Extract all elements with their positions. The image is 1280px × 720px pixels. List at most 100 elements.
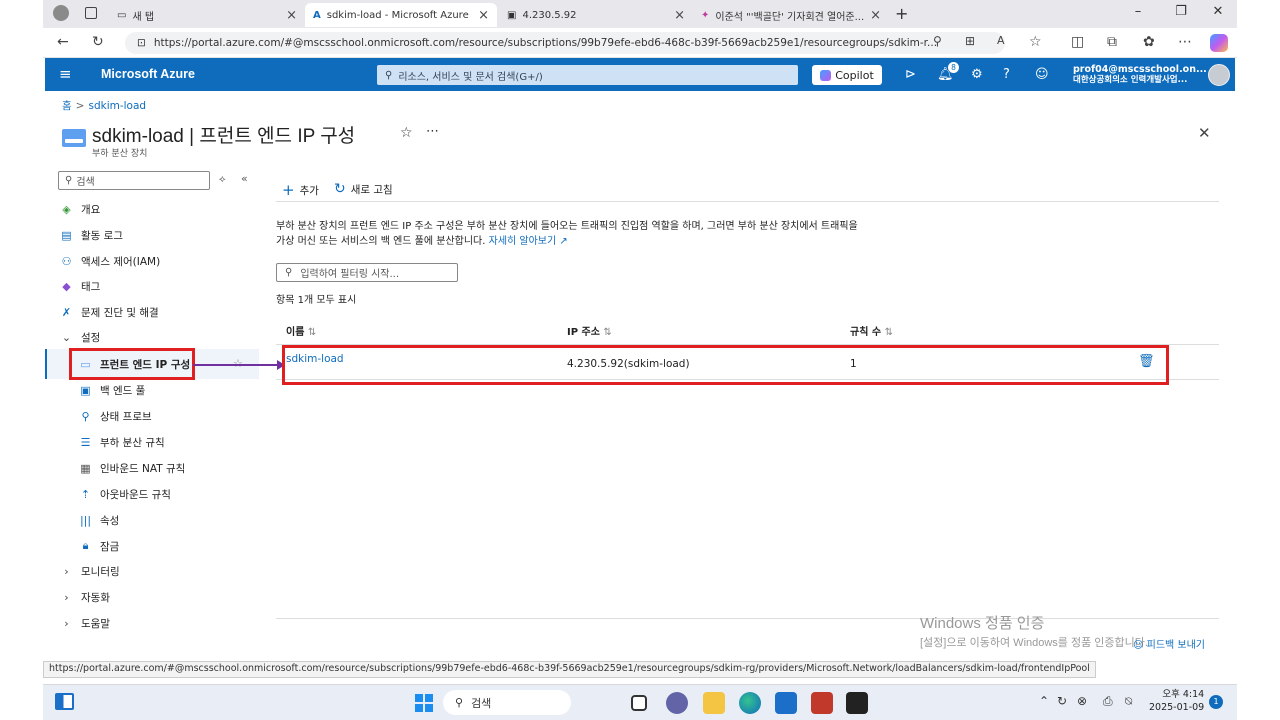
terminal-icon[interactable] <box>846 692 868 714</box>
azure-header: ≡ Microsoft Azure ⚲ 리소스, 서비스 및 문서 검색(G+/… <box>45 58 1235 91</box>
azure-brand[interactable]: Microsoft Azure <box>101 67 195 81</box>
item-count: 항목 1개 모두 표시 <box>276 295 357 306</box>
close-icon[interactable]: × <box>478 8 489 23</box>
apps-icon[interactable]: ⊞ <box>965 34 975 48</box>
inbound-icon: ▦ <box>80 461 91 475</box>
outbound-icon: ⇡ <box>80 487 91 501</box>
url-field[interactable]: ⊡ https://portal.azure.com/#@mscsschool.… <box>125 32 1005 54</box>
account-org: 대한상공회의소 인력개발사업... <box>1073 75 1188 85</box>
edge-browser-icon[interactable] <box>739 692 761 714</box>
new-tab-button[interactable]: + <box>895 4 908 23</box>
avatar[interactable] <box>1208 64 1230 86</box>
copilot-browser-icon[interactable] <box>1210 34 1228 52</box>
refresh-button[interactable]: ↻ <box>92 34 104 50</box>
sidebar-search-input[interactable]: ⚲ 검색 <box>58 171 210 190</box>
widgets-icon[interactable] <box>55 693 74 710</box>
cloud-shell-icon[interactable]: ⊳ <box>905 67 916 82</box>
split-screen-icon[interactable]: ◫ <box>1071 34 1084 50</box>
sidebar-item-outbound[interactable]: ⇡ 아웃바운드 규칙 <box>79 483 279 505</box>
file-explorer-icon[interactable] <box>703 692 725 714</box>
sidebar-item-backend-pool[interactable]: ▣ 백 엔드 풀 <box>79 379 279 401</box>
tray-sync-icon[interactable]: ↻ <box>1057 694 1067 708</box>
close-blade-icon[interactable]: ✕ <box>1198 124 1211 142</box>
profile-icon[interactable] <box>53 5 69 21</box>
sidebar-item-health-probe[interactable]: ⚲ 상태 프로브 <box>79 405 279 427</box>
back-button[interactable]: ← <box>57 34 69 50</box>
sidebar-group-help[interactable]: › 도움말 <box>60 612 260 634</box>
key-icon[interactable]: ⚲ <box>933 34 942 48</box>
clock[interactable]: 오후 4:14 2025-01-09 <box>1149 688 1204 714</box>
sidebar-item-inbound-nat[interactable]: ▦ 인바운드 NAT 규칙 <box>79 457 279 479</box>
breadcrumb-home[interactable]: 홈 <box>62 100 72 112</box>
filter-input[interactable]: ⚲ 입력하여 필터링 시작... <box>276 263 458 282</box>
sidebar-group-monitoring[interactable]: › 모니터링 <box>60 560 260 582</box>
global-search-input[interactable]: ⚲ 리소스, 서비스 및 문서 검색(G+/) <box>377 65 798 85</box>
feedback-link[interactable]: ☺ 피드백 보내기 <box>1133 636 1205 651</box>
minimize-button[interactable]: – <box>1123 4 1153 19</box>
sidebar-item-properties[interactable]: ||| 속성 <box>79 509 279 531</box>
menu-icon[interactable]: ≡ <box>59 65 72 83</box>
tray-device-icon[interactable]: ⎙ <box>1103 694 1113 709</box>
sort-icon: ⇅ <box>307 327 317 338</box>
copilot-button[interactable]: Copilot <box>812 65 882 85</box>
sidebar-item-lb-rules[interactable]: ☰ 부하 분산 규칙 <box>79 431 279 453</box>
sidebar-options-icon[interactable]: ⟡ <box>219 174 226 185</box>
sidebar-item-tags[interactable]: ◆ 태그 <box>60 275 260 297</box>
breadcrumb-resource[interactable]: sdkim-load <box>88 100 146 112</box>
sidebar-item-overview[interactable]: ◈ 개요 <box>60 198 260 220</box>
tab-azure[interactable]: A sdkim-load - Microsoft Azure × <box>305 3 497 27</box>
tray-chevron-up-icon[interactable]: ⌃ <box>1039 694 1049 708</box>
tray-network-icon[interactable]: ⍉ <box>1125 694 1132 709</box>
help-icon[interactable]: ? <box>1003 67 1010 82</box>
restore-button[interactable]: ❐ <box>1166 4 1196 19</box>
feedback-icon[interactable]: ☺ <box>1035 67 1049 82</box>
start-windows-icon[interactable] <box>415 694 433 712</box>
tab-new[interactable]: ▭ 새 탭 × <box>109 3 305 27</box>
chat-app-icon[interactable] <box>666 692 688 714</box>
sort-icon: ⇅ <box>884 327 893 338</box>
collapse-sidebar-icon[interactable]: « <box>241 172 248 185</box>
extensions-icon[interactable]: ✿ <box>1143 34 1155 50</box>
column-header-name[interactable]: 이름 ⇅ <box>286 323 316 338</box>
settings-gear-icon[interactable]: ⚙ <box>971 67 983 82</box>
tab-actions-icon[interactable] <box>85 7 97 19</box>
sidebar-item-locks[interactable]: 🔒︎ 잠금 <box>79 535 279 557</box>
notification-badge[interactable]: 1 <box>1209 695 1223 709</box>
tab-ip[interactable]: ▣ 4.230.5.92 × <box>499 3 693 27</box>
column-header-rules[interactable]: 규칙 수 ⇅ <box>850 323 893 338</box>
more-options-icon[interactable]: ⋯ <box>426 124 439 139</box>
sidebar-item-activity-log[interactable]: ▤ 활동 로그 <box>60 224 260 246</box>
collections-icon[interactable]: ⧉ <box>1107 34 1117 50</box>
sidebar-group-automation[interactable]: › 자동화 <box>60 586 260 608</box>
close-icon[interactable]: × <box>674 8 685 23</box>
account-info[interactable]: prof04@mscsschool.on... 대한상공회의소 인력개발사업..… <box>1073 64 1207 86</box>
sidebar-item-diagnose[interactable]: ✗ 문제 진단 및 해결 <box>60 301 260 323</box>
add-button[interactable]: + 추가 <box>282 181 319 199</box>
close-icon[interactable]: × <box>286 8 297 23</box>
highlight-box-row <box>282 345 1169 385</box>
load-balancer-icon <box>62 129 86 147</box>
store-icon[interactable] <box>775 692 797 714</box>
task-view-icon[interactable] <box>631 695 647 711</box>
column-header-ip[interactable]: IP 주소 ⇅ <box>567 323 612 338</box>
more-icon[interactable]: ⋯ <box>1178 34 1192 50</box>
description: 부하 분산 장치의 프런트 엔드 IP 주소 구성은 부하 분산 장치에 들어오… <box>276 219 956 249</box>
taskbar-search[interactable]: ⚲ 검색 <box>443 690 571 715</box>
page-icon: ▭ <box>117 9 127 21</box>
close-icon[interactable]: × <box>870 8 881 23</box>
close-window-button[interactable]: ✕ <box>1203 4 1233 19</box>
refresh-command-button[interactable]: ↻ 새로 고침 <box>334 181 393 197</box>
tab-news[interactable]: ✦ 이준석 "'백골단' 기자회견 열어준... × <box>693 3 889 27</box>
app-icon[interactable] <box>811 692 833 714</box>
backend-pool-icon: ▣ <box>80 383 91 397</box>
favorite-star-icon[interactable]: ☆ <box>1029 34 1042 50</box>
news-icon: ✦ <box>701 9 710 21</box>
footer-divider <box>276 618 1219 619</box>
tray-app-icon[interactable]: ⊗ <box>1077 694 1087 708</box>
read-aloud-icon[interactable]: A <box>997 34 1005 47</box>
learn-more-link[interactable]: 자세히 알아보기 ↗ <box>489 236 568 247</box>
favorite-star-icon[interactable]: ☆ <box>400 125 413 141</box>
sidebar-item-iam[interactable]: ⚇ 액세스 제어(IAM) <box>60 250 260 272</box>
sidebar-group-settings[interactable]: ⌄ 설정 <box>60 326 260 348</box>
account-email: prof04@mscsschool.on... <box>1073 64 1207 75</box>
